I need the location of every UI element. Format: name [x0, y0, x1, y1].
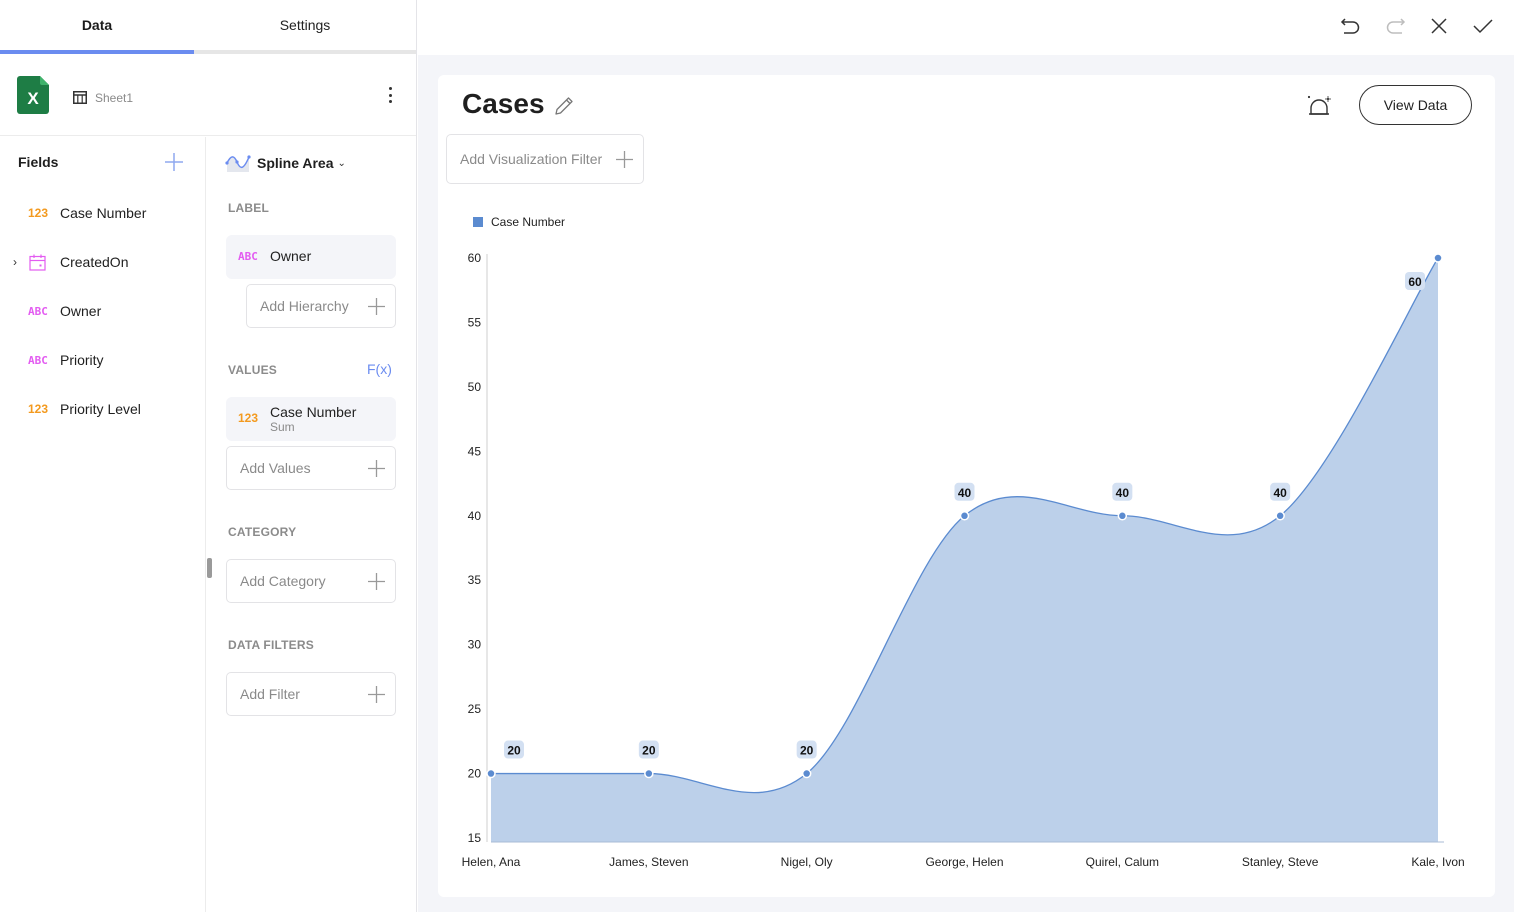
- field-name: Priority: [60, 352, 104, 368]
- insights-icon[interactable]: [1306, 93, 1332, 117]
- add-field-icon[interactable]: [164, 152, 184, 172]
- add-visualization-filter-label: Add Visualization Filter: [460, 151, 603, 167]
- field-name: CreatedOn: [60, 254, 129, 270]
- label-field-pill[interactable]: ABC Owner: [226, 235, 396, 279]
- table-icon: [73, 91, 87, 104]
- excel-icon: X: [17, 76, 49, 114]
- label-section-title: LABEL: [228, 201, 269, 215]
- field-name: Owner: [60, 303, 102, 319]
- top-toolbar: [418, 0, 1514, 55]
- chart-type-label: Spline Area: [257, 155, 334, 171]
- number-type-icon: 123: [238, 411, 259, 425]
- chart-legend[interactable]: Case Number: [473, 215, 565, 229]
- add-category-label: Add Category: [240, 573, 326, 589]
- visualization-config: Spline Area ⌄ LABEL ABC Owner Add Hierar…: [207, 137, 416, 912]
- visualization-title[interactable]: Cases: [462, 88, 545, 120]
- add-filter-label: Add Filter: [240, 686, 300, 702]
- check-icon[interactable]: [1471, 14, 1495, 38]
- panel-tabs: Data Settings: [0, 0, 416, 54]
- field-item-case-number[interactable]: 123 Case Number: [0, 193, 206, 233]
- expand-chevron-icon[interactable]: ›: [13, 255, 23, 269]
- add-hierarchy-label: Add Hierarchy: [260, 298, 349, 314]
- pill-field-name: Owner: [270, 248, 312, 264]
- fields-list: Fields 123 Case Number › CreatedOn ABC O…: [0, 137, 206, 912]
- add-values-button[interactable]: Add Values: [226, 446, 396, 490]
- field-name: Case Number: [60, 205, 147, 221]
- plus-icon: [368, 298, 385, 315]
- redo-icon[interactable]: [1383, 14, 1407, 38]
- field-item-priority-level[interactable]: 123 Priority Level: [0, 389, 206, 429]
- pill-field-name: Case Number: [270, 404, 357, 420]
- values-field-pill[interactable]: 123 Case Number Sum: [226, 397, 396, 441]
- plus-icon: [368, 460, 385, 477]
- number-type-icon: 123: [28, 402, 49, 416]
- fields-title: Fields: [18, 154, 59, 170]
- field-item-owner[interactable]: ABC Owner: [0, 291, 206, 331]
- app-root: Data Settings X Sheet1 Fields 123 Case N…: [0, 0, 1514, 912]
- legend-swatch: [473, 217, 483, 227]
- calendar-icon: [29, 254, 46, 271]
- chevron-down-icon: ⌄: [337, 157, 346, 169]
- data-filters-section-title: DATA FILTERS: [228, 638, 314, 652]
- add-hierarchy-button[interactable]: Add Hierarchy: [246, 284, 396, 328]
- data-source-row: X Sheet1: [0, 58, 416, 136]
- field-name: Priority Level: [60, 401, 141, 417]
- plus-icon: [616, 151, 633, 168]
- data-editor-panel: Data Settings X Sheet1 Fields 123 Case N…: [0, 0, 417, 912]
- legend-label: Case Number: [491, 215, 566, 229]
- formula-button[interactable]: F(x): [367, 361, 392, 377]
- visualization-card: [438, 75, 1495, 897]
- number-type-icon: 123: [28, 206, 49, 220]
- text-type-icon: ABC: [28, 304, 48, 318]
- tab-settings[interactable]: Settings: [194, 0, 416, 50]
- tab-data[interactable]: Data: [0, 0, 194, 54]
- plus-icon: [368, 573, 385, 590]
- chart-type-selector[interactable]: Spline Area ⌄: [225, 153, 346, 173]
- add-visualization-filter-button[interactable]: Add Visualization Filter: [446, 134, 644, 184]
- svg-text:X: X: [27, 89, 39, 108]
- add-values-label: Add Values: [240, 460, 311, 476]
- add-category-button[interactable]: Add Category: [226, 559, 396, 603]
- more-options-icon[interactable]: [383, 86, 397, 104]
- field-item-priority[interactable]: ABC Priority: [0, 340, 206, 380]
- undo-icon[interactable]: [1339, 14, 1363, 38]
- plus-icon: [368, 686, 385, 703]
- field-item-createdon[interactable]: › CreatedOn: [0, 242, 206, 282]
- spline-area-icon: [225, 155, 251, 172]
- close-icon[interactable]: [1427, 14, 1451, 38]
- values-section-title: VALUES: [228, 363, 277, 377]
- text-type-icon: ABC: [238, 250, 258, 263]
- view-data-button[interactable]: View Data: [1359, 85, 1472, 125]
- add-filter-button[interactable]: Add Filter: [226, 672, 396, 716]
- text-type-icon: ABC: [28, 353, 48, 367]
- category-section-title: CATEGORY: [228, 525, 297, 539]
- pill-aggregation: Sum: [270, 420, 295, 434]
- sheet-name: Sheet1: [95, 91, 134, 105]
- pencil-icon[interactable]: [553, 95, 575, 117]
